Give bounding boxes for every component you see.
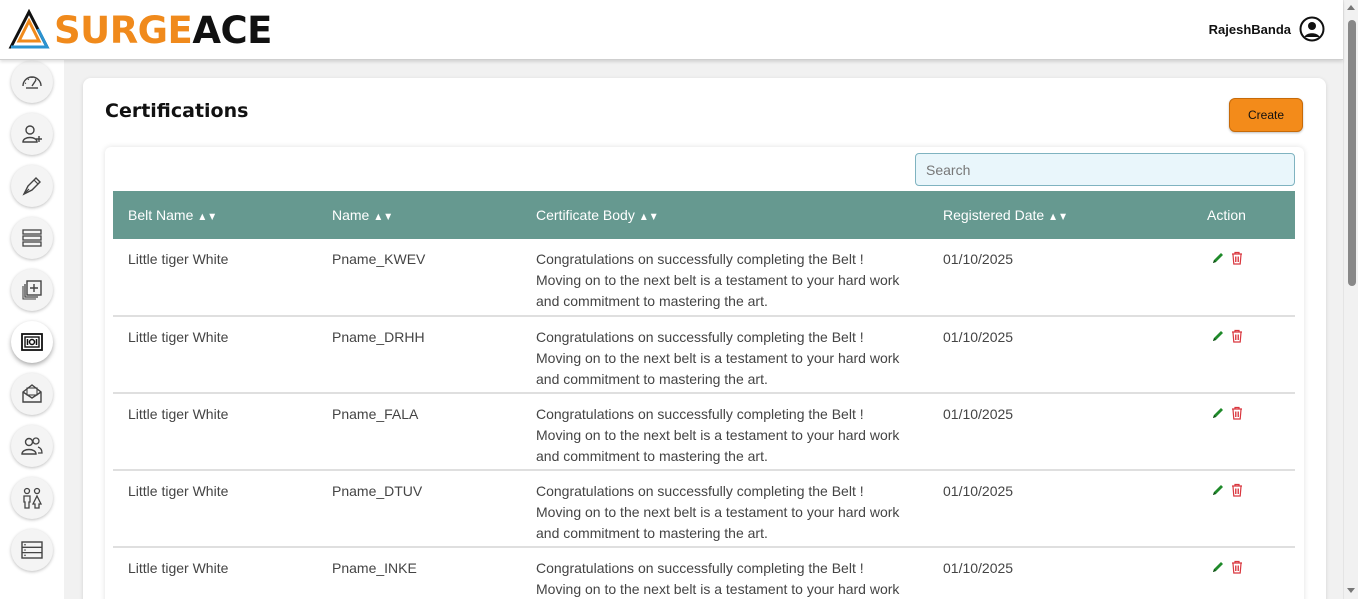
dashboard-gauge-icon [22, 76, 42, 89]
column-header-certificate-body[interactable]: Certificate Body ▲▼ [521, 191, 928, 239]
delete-trash-icon[interactable] [1231, 329, 1243, 343]
page-title: Certifications [105, 100, 249, 122]
table-row: Little tiger White Pname_FALA Congratula… [113, 393, 1295, 470]
table-container: Belt Name▲▼ Name▲▼ Certificate Body▲▼ Re… [105, 147, 1304, 599]
sidebar-item-server[interactable] [11, 529, 53, 571]
users-group-icon [21, 437, 43, 455]
sidebar-item-list[interactable] [11, 217, 53, 259]
sidebar-item-users[interactable] [11, 425, 53, 467]
sort-icon[interactable]: ▲▼ [1048, 211, 1068, 223]
cell-belt-name: Little tiger White [128, 560, 229, 576]
logo-text-ace: ACE [192, 8, 272, 52]
logo-triangle-icon [8, 9, 50, 49]
table-row: Little tiger White Pname_DTUV Congratula… [113, 470, 1295, 547]
column-label: Registered Date [943, 207, 1045, 223]
certifications-panel: Certifications Create Belt Name▲▼ Name▲▼… [83, 78, 1326, 599]
family-icon [23, 487, 43, 509]
edit-pencil-icon[interactable] [1211, 251, 1225, 265]
cell-name: Pname_INKE [332, 560, 417, 576]
logo-text-surge: SURGE [54, 8, 193, 52]
cell-action [1158, 547, 1295, 599]
add-stack-icon [22, 280, 42, 300]
certificate-icon [21, 333, 43, 351]
cell-name: Pname_FALA [332, 406, 419, 422]
column-label: Belt Name [128, 207, 194, 223]
cell-belt-name: Little tiger White [128, 483, 229, 499]
cell-certificate-body: Congratulations on successfully completi… [536, 483, 900, 541]
cell-certificate-body: Congratulations on successfully completi… [536, 560, 900, 597]
sidebar-item-pen[interactable] [11, 165, 53, 207]
cell-action [1158, 239, 1295, 316]
column-header-name[interactable]: Name ▲▼ [317, 191, 521, 239]
cell-belt-name: Little tiger White [128, 329, 229, 345]
certifications-table: Belt Name ▲▼ Name ▲▼ Certificate Body ▲▼ Re… [113, 191, 1295, 599]
user-menu[interactable]: RajeshBanda [1209, 16, 1325, 42]
cell-certificate-body: Congratulations on successfully completi… [536, 406, 900, 464]
cell-registered-date: 01/10/2025 [943, 406, 1014, 422]
sidebar-item-add-stack[interactable] [11, 269, 53, 311]
server-list-icon [21, 541, 43, 559]
cell-belt-name: Little tiger White [128, 251, 229, 267]
sidebar-item-certifications[interactable] [11, 321, 53, 363]
column-header-registered-date[interactable]: Registered Date ▲▼ [928, 191, 1158, 239]
top-header: SURGEACE RajeshBanda [0, 0, 1343, 60]
cell-name: Pname_DTUV [332, 483, 423, 499]
edit-pencil-icon[interactable] [1211, 483, 1225, 497]
cell-certificate-body: Congratulations on successfully completi… [536, 251, 900, 309]
edit-pencil-icon[interactable] [1211, 406, 1225, 420]
edit-pencil-icon[interactable] [1211, 560, 1225, 574]
sidebar-item-add-user[interactable] [11, 113, 53, 155]
cell-registered-date: 01/10/2025 [943, 251, 1014, 267]
create-button[interactable]: Create [1229, 98, 1303, 132]
logo[interactable]: SURGEACE [8, 8, 272, 52]
logo-text: SURGEACE [54, 12, 272, 49]
cell-action [1158, 470, 1295, 547]
edit-pencil-icon[interactable] [1211, 329, 1225, 343]
mail-open-icon [22, 384, 42, 403]
table-row: Little tiger White Pname_KWEV Congratula… [113, 239, 1295, 316]
search-input[interactable] [915, 153, 1295, 186]
scroll-up-arrow-icon[interactable] [1347, 5, 1355, 10]
table-header-row: Belt Name ▲▼ Name ▲▼ Certificate Body ▲▼ Re… [113, 191, 1295, 239]
sidebar [0, 60, 64, 599]
sort-icon[interactable]: ▲▼ [197, 211, 217, 223]
cell-name: Pname_KWEV [332, 251, 426, 267]
sidebar-item-family[interactable] [11, 477, 53, 519]
column-header-action: Action [1207, 207, 1246, 223]
cell-belt-name: Little tiger White [128, 406, 229, 422]
column-header-belt-name[interactable]: Belt Name ▲▼ [113, 191, 317, 239]
page-scrollbar[interactable] [1343, 0, 1358, 599]
delete-trash-icon[interactable] [1231, 251, 1243, 265]
cell-name: Pname_DRHH [332, 329, 425, 345]
scroll-thumb[interactable] [1348, 20, 1356, 286]
column-label: Certificate Body [536, 207, 635, 223]
pen-tool-icon [22, 177, 41, 196]
table-row: Little tiger White Pname_DRHH Congratula… [113, 316, 1295, 393]
list-rows-icon [22, 229, 42, 247]
cell-action [1158, 393, 1295, 470]
sidebar-item-mail[interactable] [11, 373, 53, 415]
cell-registered-date: 01/10/2025 [943, 483, 1014, 499]
scroll-down-arrow-icon[interactable] [1347, 588, 1355, 593]
add-user-icon [22, 125, 42, 143]
cell-certificate-body: Congratulations on successfully completi… [536, 329, 900, 387]
delete-trash-icon[interactable] [1231, 406, 1243, 420]
cell-registered-date: 01/10/2025 [943, 329, 1014, 345]
username: RajeshBanda [1208, 21, 1291, 37]
table-row: Little tiger White Pname_INKE Congratula… [113, 547, 1295, 599]
cell-action [1158, 316, 1295, 393]
user-avatar-icon[interactable] [1299, 16, 1325, 42]
sort-icon[interactable]: ▲▼ [373, 211, 393, 223]
cell-registered-date: 01/10/2025 [943, 560, 1014, 576]
delete-trash-icon[interactable] [1231, 560, 1243, 574]
sidebar-item-dashboard[interactable] [11, 61, 53, 103]
sort-icon[interactable]: ▲▼ [639, 211, 659, 223]
delete-trash-icon[interactable] [1231, 483, 1243, 497]
column-label: Name [332, 207, 370, 223]
